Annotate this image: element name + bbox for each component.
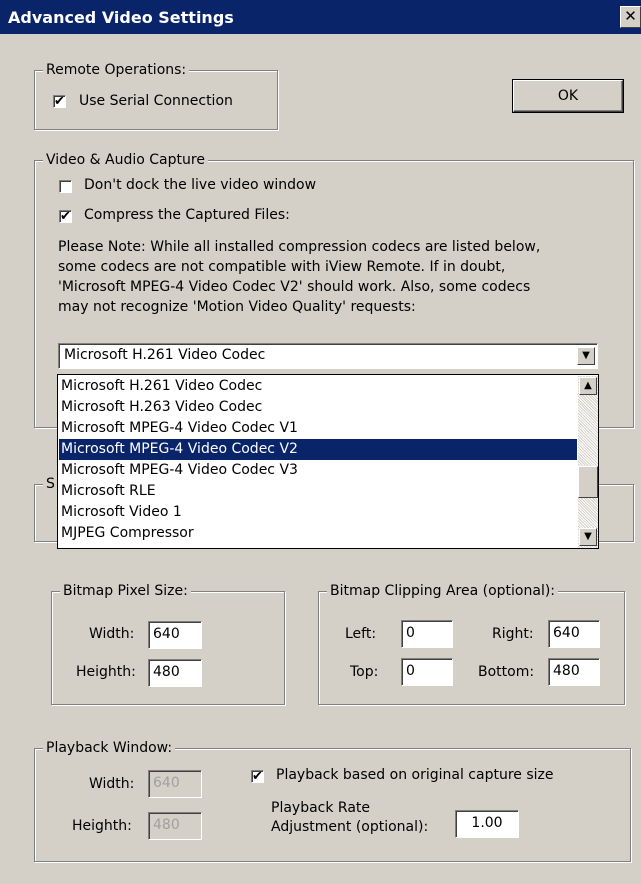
bitmap-width-label: Width: — [89, 626, 135, 642]
codec-dropdown-button[interactable]: ▼ — [577, 347, 595, 365]
compress-checkbox[interactable]: ✔ — [59, 210, 72, 223]
use-serial-label: Use Serial Connection — [79, 93, 233, 109]
playback-window-legend: Playback Window: — [43, 739, 176, 757]
check-icon: ✔ — [60, 209, 71, 224]
original-size-label: Playback based on original capture size — [276, 767, 554, 783]
clip-left-label: Left: — [345, 626, 377, 642]
bitmap-height-input[interactable]: 480 — [148, 659, 202, 687]
note-line: some codecs are not compatible with iVie… — [58, 259, 506, 275]
playback-height-input: 480 — [148, 812, 202, 840]
ok-button-label: OK — [557, 88, 579, 104]
rate-label-line1: Playback Rate — [271, 800, 371, 816]
codec-option[interactable]: Microsoft RLE — [59, 481, 577, 502]
codec-select[interactable]: Microsoft H.261 Video Codec ▼ — [58, 343, 598, 369]
codec-option[interactable]: Microsoft Video 1 — [59, 502, 577, 523]
playback-width-input: 640 — [148, 770, 202, 798]
clip-left-input[interactable]: 0 — [401, 620, 453, 648]
clip-right-label: Right: — [492, 626, 534, 642]
dropdown-scrollbar[interactable]: ▲ ▼ — [578, 376, 598, 548]
clipping-area-group: Bitmap Clipping Area (optional): — [318, 582, 625, 705]
bitmap-height-label: Heighth: — [76, 664, 136, 680]
codec-option[interactable]: Microsoft H.261 Video Codec — [59, 376, 577, 397]
codec-option[interactable]: Microsoft MPEG-4 Video Codec V3 — [59, 460, 577, 481]
scroll-up-button[interactable]: ▲ — [579, 377, 597, 395]
playback-width-label: Width: — [89, 776, 135, 792]
codec-option[interactable]: Microsoft MPEG-4 Video Codec V1 — [59, 418, 577, 439]
clip-top-input[interactable]: 0 — [401, 658, 453, 686]
bitmap-pixel-size-legend: Bitmap Pixel Size: — [60, 582, 191, 600]
original-size-checkbox[interactable]: ✔ — [251, 770, 264, 783]
bitmap-width-input[interactable]: 640 — [148, 621, 202, 649]
window-title: Advanced Video Settings — [8, 8, 234, 27]
codec-option[interactable]: MJPEG Compressor — [59, 523, 577, 544]
remote-operations-legend: Remote Operations: — [43, 61, 190, 79]
hidden-settings-legend: S — [43, 475, 58, 493]
dont-dock-checkbox[interactable] — [59, 180, 72, 193]
chevron-down-icon: ▼ — [582, 350, 590, 361]
clip-top-label: Top: — [350, 664, 379, 680]
note-line: 'Microsoft MPEG-4 Video Codec V2' should… — [58, 279, 531, 295]
codec-selected-value: Microsoft H.261 Video Codec — [64, 347, 266, 363]
scroll-thumb[interactable] — [578, 466, 598, 498]
check-icon: ✔ — [252, 769, 263, 784]
use-serial-checkbox[interactable]: ✔ — [53, 95, 66, 108]
clip-right-input[interactable]: 640 — [548, 620, 600, 648]
playback-rate-input[interactable]: 1.00 — [455, 810, 519, 838]
title-bar: Advanced Video Settings ✕ — [0, 0, 641, 34]
check-icon: ✔ — [54, 94, 65, 109]
clip-bottom-label: Bottom: — [478, 664, 535, 680]
codec-dropdown-list[interactable]: Microsoft H.261 Video Codec Microsoft H.… — [57, 374, 599, 549]
codec-option-highlighted[interactable]: Microsoft MPEG-4 Video Codec V2 — [59, 439, 577, 460]
video-audio-capture-legend: Video & Audio Capture — [43, 151, 208, 169]
clipping-area-legend: Bitmap Clipping Area (optional): — [327, 582, 559, 600]
close-icon: ✕ — [624, 7, 637, 25]
playback-height-label: Heighth: — [72, 818, 132, 834]
note-line: Please Note: While all installed compres… — [58, 239, 541, 255]
chevron-up-icon: ▲ — [584, 380, 592, 391]
codec-option[interactable]: Microsoft H.263 Video Codec — [59, 397, 577, 418]
scroll-down-button[interactable]: ▼ — [579, 528, 597, 546]
chevron-down-icon: ▼ — [584, 531, 592, 542]
note-line: may not recognize 'Motion Video Quality'… — [58, 299, 416, 315]
rate-label-line2: Adjustment (optional): — [271, 819, 429, 835]
clip-bottom-input[interactable]: 480 — [548, 658, 600, 686]
close-button[interactable]: ✕ — [620, 6, 641, 28]
compression-note: Please Note: While all installed compres… — [58, 237, 633, 317]
compress-label: Compress the Captured Files: — [84, 207, 290, 223]
dont-dock-label: Don't dock the live video window — [84, 177, 317, 193]
ok-button[interactable]: OK — [513, 80, 623, 112]
